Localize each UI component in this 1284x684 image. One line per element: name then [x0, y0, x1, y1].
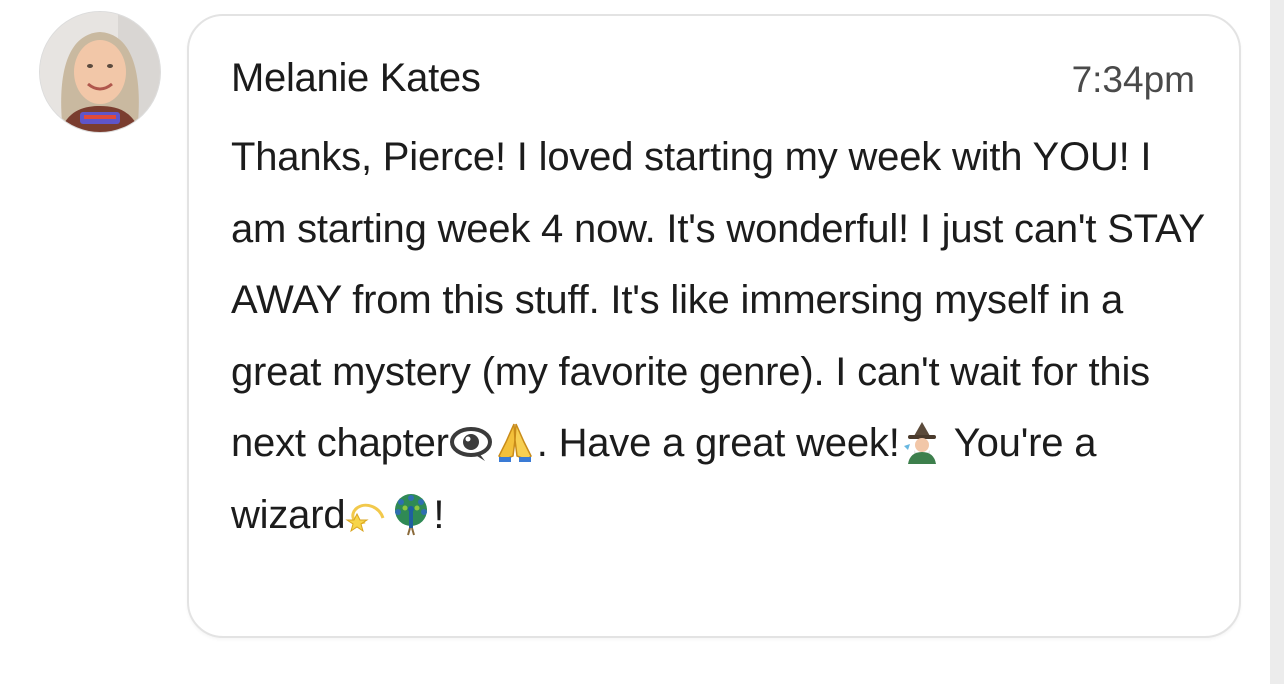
praying-hands-icon [493, 420, 537, 464]
dizzy-star-icon [345, 492, 389, 536]
avatar-photo [40, 12, 160, 132]
comment-text-part-2: . Have a great week! [536, 421, 900, 465]
scrollbar-track[interactable] [1270, 0, 1284, 684]
comment-text: Thanks, Pierce! I loved starting my week… [231, 122, 1216, 551]
eye-icon [449, 420, 493, 464]
comment-bubble: Melanie Kates 7:34pm Thanks, Pierce! I l… [187, 14, 1241, 638]
wizard-icon [900, 420, 944, 464]
comment-text-part-4: ! [433, 492, 445, 537]
comment-timestamp: 7:34pm [1071, 59, 1195, 100]
peacock-icon [389, 492, 433, 536]
avatar[interactable] [40, 12, 160, 132]
comment-author[interactable]: Melanie Kates [231, 54, 481, 102]
comment-text-part-1: Thanks, Pierce! I loved starting my week… [231, 135, 1205, 465]
